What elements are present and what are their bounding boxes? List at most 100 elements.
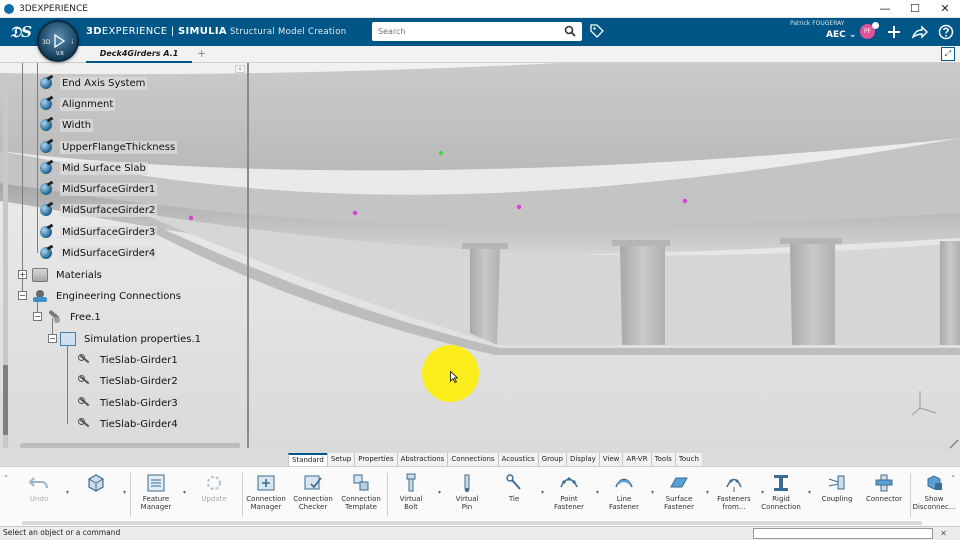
section-tab-properties[interactable]: Properties: [354, 453, 397, 466]
tree-node-mid-surface-girder2[interactable]: MidSurfaceGirder2: [38, 201, 158, 219]
tree-node-engineering-connections[interactable]: Engineering Connections: [32, 287, 183, 305]
rigid-connection-dropdown[interactable]: ▾: [808, 489, 811, 496]
tree-node-free1[interactable]: Free.1: [46, 308, 103, 326]
compass-icon[interactable]: 3D V.R i: [37, 20, 79, 62]
tree-node-alignment[interactable]: Alignment: [38, 95, 116, 113]
tree-node-mid-surface-girder1[interactable]: MidSurfaceGirder1: [38, 180, 158, 198]
platform-top-bar: 𝔇S 3DEXPERIENCE | SIMULIA Structural Mod…: [0, 18, 960, 46]
tag-icon[interactable]: [590, 24, 604, 38]
role-selector[interactable]: AEC ⌄: [826, 30, 856, 40]
virtual-bolt-button[interactable]: Virtual Bolt ▾: [387, 473, 441, 521]
maximize-button[interactable]: ☐: [900, 0, 930, 18]
tree-scrollbar-thumb[interactable]: [3, 365, 8, 435]
add-tab-button[interactable]: +: [197, 47, 206, 60]
point-marker[interactable]: [352, 210, 358, 216]
tree-collapse-simulation-properties[interactable]: −: [48, 334, 57, 343]
section-tab-setup[interactable]: Setup: [326, 453, 355, 466]
point-fastener-button[interactable]: Point Fastener ▾: [545, 473, 599, 521]
app-logo-icon: [4, 3, 14, 14]
tree-collapse-button[interactable]: ‹: [235, 65, 245, 73]
tree-collapse-engineering-connections[interactable]: −: [18, 291, 27, 300]
feature-manager-dropdown[interactable]: ▾: [183, 489, 186, 496]
section-tab-ar-vr[interactable]: AR-VR: [622, 453, 651, 466]
tree-node-tieslab-girder3[interactable]: TieSlab-Girder3: [76, 394, 180, 412]
section-tab-connections[interactable]: Connections: [447, 453, 498, 466]
virtual-bolt-dropdown[interactable]: ▾: [438, 489, 441, 496]
section-tab-abstractions[interactable]: Abstractions: [396, 453, 448, 466]
minimize-button[interactable]: —: [870, 0, 900, 18]
tree-horizontal-scrollbar[interactable]: [20, 443, 240, 448]
rigid-connection-button[interactable]: Rigid Connection ▾: [757, 473, 811, 521]
line-fastener-button[interactable]: Line Fastener ▾: [600, 473, 654, 521]
connector-button[interactable]: Connector: [860, 473, 908, 521]
tree-node-mid-surface-girder3[interactable]: MidSurfaceGirder3: [38, 223, 158, 241]
section-tab-tools[interactable]: Tools: [650, 453, 675, 466]
share-icon[interactable]: [910, 22, 930, 42]
tie-dropdown[interactable]: ▾: [541, 489, 544, 496]
point-marker[interactable]: [516, 204, 522, 210]
fasteners-from-button[interactable]: Fasteners from... ▾: [710, 473, 764, 521]
axis-triad-icon[interactable]: [911, 391, 937, 416]
tree-node-mid-surface-slab[interactable]: Mid Surface Slab: [38, 159, 148, 177]
search-icon[interactable]: [564, 25, 576, 37]
tree-node-upper-flange-thickness[interactable]: UpperFlangeThickness: [38, 138, 178, 156]
search-input[interactable]: [372, 22, 552, 41]
point-marker[interactable]: [682, 198, 688, 204]
action-bar-scrollbar[interactable]: [22, 521, 922, 525]
coupling-button[interactable]: Coupling: [813, 473, 861, 521]
tree-node-tieslab-girder1[interactable]: TieSlab-Girder1: [76, 351, 180, 369]
part-design-button[interactable]: ▾: [72, 473, 126, 521]
section-tab-display[interactable]: Display: [565, 453, 599, 466]
connection-template-button[interactable]: Connection Template: [337, 473, 385, 521]
cube-icon: [88, 474, 104, 492]
point-marker-green[interactable]: [438, 150, 444, 156]
tree-node-tieslab-girder4[interactable]: TieSlab-Girder4: [76, 415, 180, 433]
ds-logo-icon[interactable]: 𝔇S: [10, 23, 32, 41]
search-box[interactable]: [372, 22, 582, 41]
line-fastener-dropdown[interactable]: ▾: [651, 489, 654, 496]
add-icon[interactable]: [884, 22, 904, 42]
surface-fastener-dropdown[interactable]: ▾: [706, 489, 709, 496]
tree-node-simulation-properties[interactable]: Simulation properties.1: [60, 330, 203, 348]
resize-grip-icon[interactable]: [949, 439, 959, 449]
undo-button[interactable]: Undo ▾: [15, 473, 69, 521]
tree-expand-materials[interactable]: +: [18, 270, 27, 279]
fullscreen-icon[interactable]: ⤢: [941, 47, 955, 61]
compass-vr-label: V.R: [56, 51, 64, 57]
connection-manager-button[interactable]: Connection Manager: [242, 473, 290, 521]
engineering-connections-icon: [32, 289, 48, 303]
point-fastener-dropdown[interactable]: ▾: [596, 489, 599, 496]
section-tab-view[interactable]: View: [598, 453, 623, 466]
document-tab-bar: Deck4Girders A.1 + ⤢: [0, 46, 960, 63]
tree-node-tieslab-girder2[interactable]: TieSlab-Girder2: [76, 372, 180, 390]
action-bar-collapse-icon[interactable]: ⌄: [3, 471, 9, 479]
section-tab-group[interactable]: Group: [537, 453, 566, 466]
surface-fastener-button[interactable]: Surface Fastener ▾: [655, 473, 709, 521]
tree-node-end-axis-system[interactable]: End Axis System: [38, 74, 148, 92]
tree-node-materials[interactable]: Materials: [32, 266, 104, 284]
connector-icon: [875, 474, 893, 492]
undo-dropdown[interactable]: ▾: [66, 489, 69, 496]
update-button[interactable]: Update: [190, 473, 238, 521]
close-command-icon[interactable]: ✕: [938, 528, 949, 539]
action-bar-sections: Standard Setup Properties Abstractions C…: [288, 453, 702, 466]
tree-collapse-free1[interactable]: −: [33, 312, 42, 321]
virtual-pin-button[interactable]: Virtual Pin: [443, 473, 491, 521]
part-design-dropdown[interactable]: ▾: [123, 489, 126, 496]
play-icon[interactable]: [53, 34, 65, 48]
section-tab-touch[interactable]: Touch: [674, 453, 702, 466]
action-bar-more-icon[interactable]: ⌄: [950, 471, 956, 479]
tree-node-mid-surface-girder4[interactable]: MidSurfaceGirder4: [38, 244, 158, 262]
help-icon[interactable]: [936, 22, 956, 42]
section-tab-acoustics[interactable]: Acoustics: [497, 453, 538, 466]
section-tab-standard[interactable]: Standard: [288, 453, 327, 466]
tree-node-width[interactable]: Width: [38, 116, 94, 134]
show-disconnected-button[interactable]: Show Disconnec...: [910, 473, 958, 521]
tie-button[interactable]: Tie ▾: [490, 473, 544, 521]
command-input[interactable]: [753, 528, 933, 539]
connection-checker-button[interactable]: Connection Checker: [289, 473, 337, 521]
feature-manager-button[interactable]: Feature Manager ▾: [132, 473, 186, 521]
close-button[interactable]: ✕: [930, 0, 960, 18]
tab-deck4girders[interactable]: Deck4Girders A.1: [86, 46, 192, 63]
bolt-icon: [406, 473, 416, 492]
